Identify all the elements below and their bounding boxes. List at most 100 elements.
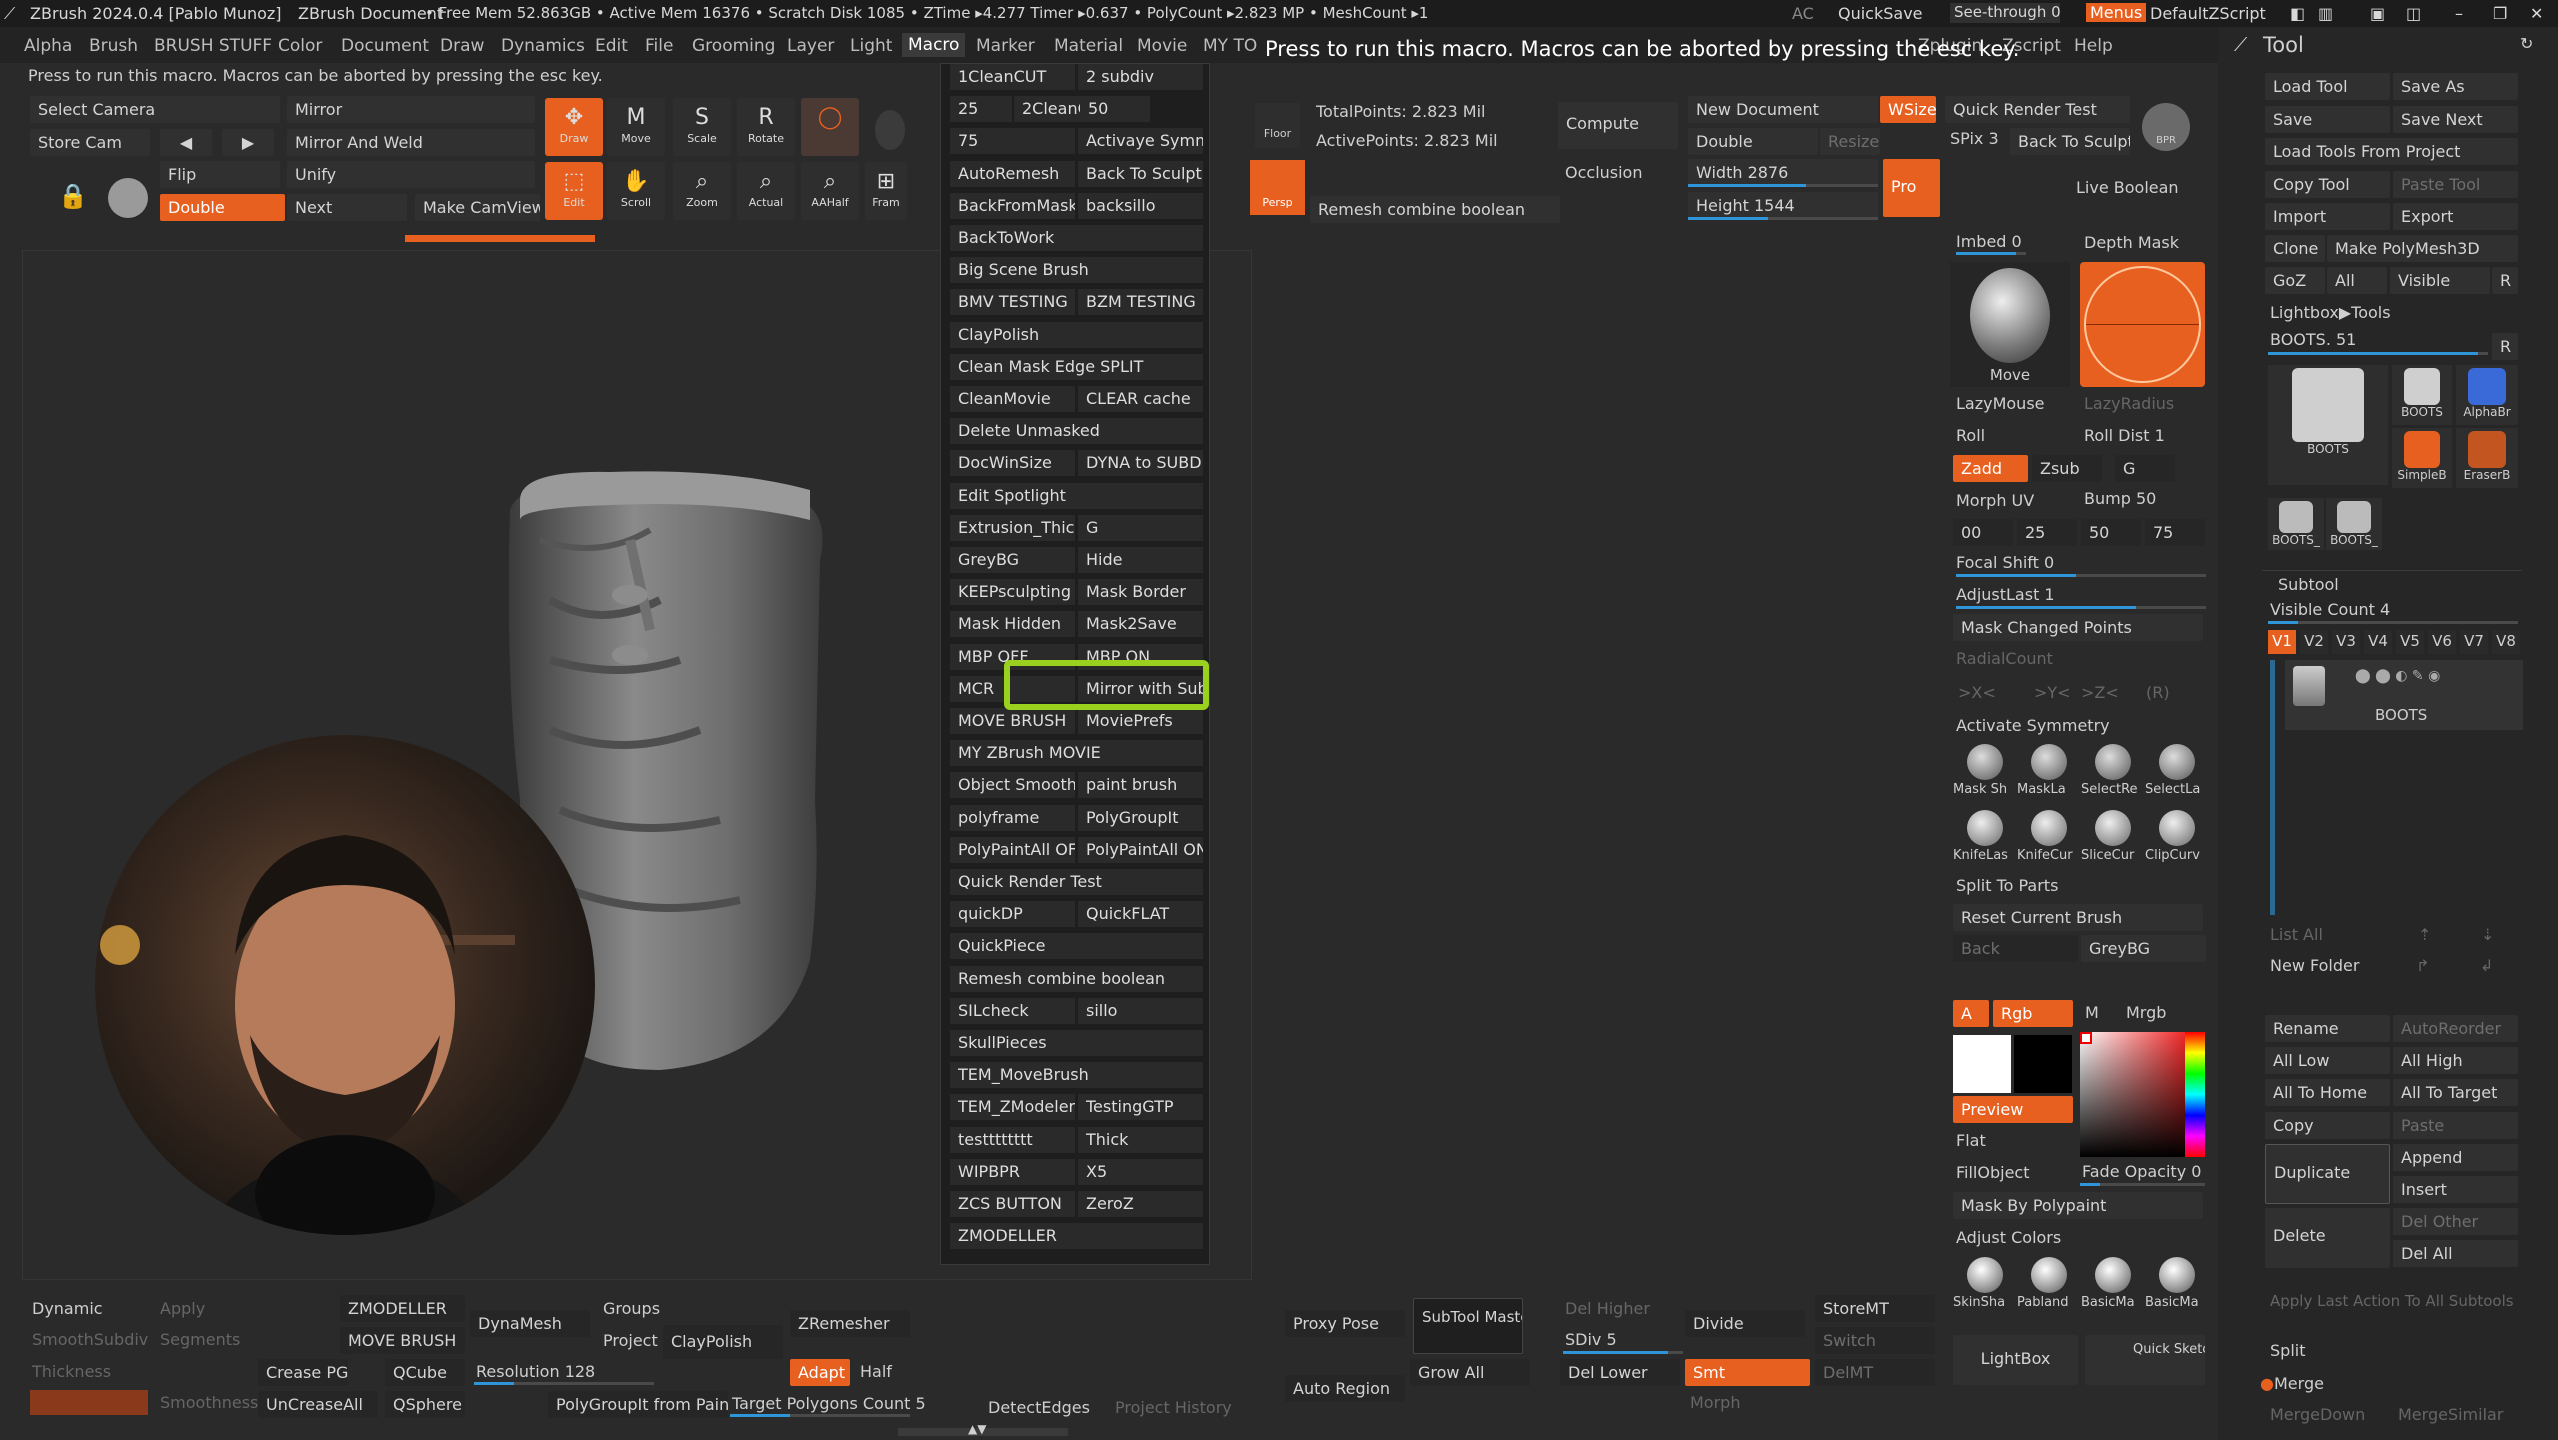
zadd-button[interactable]: Zadd: [1953, 455, 2028, 482]
project-button[interactable]: Project: [603, 1331, 658, 1350]
split-to-parts-button[interactable]: Split To Parts: [1956, 876, 2058, 895]
hue-strip[interactable]: [2185, 1032, 2205, 1157]
apply-last-action-button[interactable]: Apply Last Action To All Subtools: [2270, 1292, 2514, 1310]
macro-item[interactable]: 50: [1080, 96, 1150, 123]
make-polymesh3d-button[interactable]: Make PolyMesh3D: [2327, 235, 2518, 262]
macro-item[interactable]: TEM_MoveBrush: [950, 1062, 1203, 1089]
store-cam-button[interactable]: Store Cam: [30, 129, 150, 156]
macro-item[interactable]: backsillo: [1078, 192, 1203, 219]
adjust-last-track[interactable]: [1956, 606, 2206, 609]
tool-thumbnail[interactable]: BOOTS_: [2326, 498, 2382, 550]
tool-thumbnail[interactable]: BOOTS: [2268, 365, 2388, 485]
spix-slider[interactable]: SPix 3: [1950, 129, 1999, 148]
autoreorder-button[interactable]: AutoReorder: [2393, 1015, 2518, 1042]
menu-dynamics[interactable]: Dynamics: [501, 36, 585, 56]
delete-button[interactable]: Delete: [2265, 1208, 2390, 1268]
menu-document[interactable]: Document: [341, 36, 429, 56]
zmodeller-button[interactable]: ZMODELLER: [340, 1295, 465, 1322]
aahalf-button[interactable]: ⌕ AAHalf: [801, 162, 859, 220]
adjust-colors-button[interactable]: Adjust Colors: [1956, 1228, 2061, 1247]
morph-slider[interactable]: Morph: [1690, 1393, 1740, 1412]
macro-item[interactable]: Hide: [1078, 547, 1203, 573]
back-to-sculpt-button[interactable]: Back To Sculpt: [2010, 128, 2130, 155]
goz-visible-button[interactable]: Visible: [2390, 267, 2490, 294]
thickness-slider[interactable]: Thickness: [32, 1362, 111, 1381]
macro-item[interactable]: 2 subdiv: [1078, 64, 1203, 90]
window-icon[interactable]: ▣: [2370, 4, 2385, 23]
scroll-button[interactable]: ✋ Scroll: [607, 162, 665, 220]
tool-thumbnail[interactable]: SimpleB: [2392, 428, 2452, 488]
del-higher-button[interactable]: Del Higher: [1565, 1299, 1650, 1318]
save-next-button[interactable]: Save Next: [2393, 106, 2518, 133]
val-75-button[interactable]: 75: [2145, 519, 2205, 546]
macro-item[interactable]: Thick: [1078, 1126, 1203, 1153]
macro-item[interactable]: SILcheck: [950, 997, 1075, 1024]
import-button[interactable]: Import: [2265, 203, 2390, 230]
folder-in-icon[interactable]: ↱: [2416, 956, 2429, 975]
make-camview-button[interactable]: Make CamView: [415, 194, 540, 221]
prev-camera-icon[interactable]: ◀: [160, 129, 212, 156]
activate-symmetry-button[interactable]: Activate Symmetry: [1956, 716, 2110, 735]
subtool-master-button[interactable]: SubTool Master: [1413, 1298, 1523, 1354]
morph-uv-button[interactable]: Morph UV: [1956, 491, 2034, 510]
double-button[interactable]: Double: [160, 194, 285, 221]
knife-brush-item[interactable]: ClipCurv: [2145, 808, 2207, 868]
menu-edit[interactable]: Edit: [595, 36, 628, 56]
paste-tool-button[interactable]: Paste Tool: [2393, 171, 2518, 198]
copy-tool-button[interactable]: Copy Tool: [2265, 171, 2390, 198]
tool-thumbnail[interactable]: AlphaBr: [2456, 365, 2518, 425]
mirror-and-weld-button[interactable]: Mirror And Weld: [287, 129, 535, 156]
height-slider[interactable]: Height 1544: [1688, 192, 1878, 219]
macro-item[interactable]: SkullPieces: [950, 1030, 1203, 1056]
pro-button[interactable]: Pro: [1883, 159, 1940, 217]
bpr-button[interactable]: BPR: [2142, 103, 2190, 151]
load-tool-button[interactable]: Load Tool: [2265, 73, 2390, 100]
storemt-button[interactable]: StoreMT: [1815, 1295, 1935, 1322]
edit-button[interactable]: ⬚ Edit: [545, 162, 603, 220]
orange-slider-fill[interactable]: [30, 1390, 148, 1415]
back-button[interactable]: Back: [1953, 935, 2078, 962]
material-icon[interactable]: [875, 110, 905, 150]
grow-all-button[interactable]: Grow All: [1410, 1359, 1530, 1386]
layout-icon[interactable]: ◧: [2290, 4, 2305, 23]
rotate-button[interactable]: R Rotate: [737, 98, 795, 156]
brush-preview[interactable]: ◯: [801, 98, 859, 156]
macro-item[interactable]: MY ZBrush MOVIE: [950, 740, 1203, 767]
all-low-button[interactable]: All Low: [2265, 1047, 2390, 1074]
visible-count-track[interactable]: [2268, 621, 2518, 624]
mask-changed-points-button[interactable]: Mask Changed Points: [1953, 614, 2203, 641]
project-history-button[interactable]: Project History: [1115, 1398, 1232, 1417]
macro-item[interactable]: BZM TESTING: [1078, 289, 1203, 316]
macro-item[interactable]: MOVE BRUSH: [950, 708, 1075, 734]
target-polygons-track[interactable]: [730, 1414, 910, 1417]
lightbox-tools-button[interactable]: Lightbox▶Tools: [2270, 303, 2391, 322]
macro-item[interactable]: polyframe: [950, 804, 1075, 831]
boots-r-button[interactable]: R: [2492, 333, 2518, 360]
macro-item[interactable]: MoviePrefs: [1078, 708, 1203, 734]
macro-item[interactable]: Activaye Symmetry: [1078, 128, 1203, 155]
half-button[interactable]: Half: [860, 1362, 892, 1381]
tool-thumbnail[interactable]: BOOTS: [2392, 365, 2452, 425]
g-button[interactable]: G: [2115, 455, 2175, 482]
visible-count-slider[interactable]: Visible Count 4: [2270, 600, 2390, 619]
boots-slider-track[interactable]: [2268, 352, 2488, 355]
macro-item[interactable]: Delete Unmasked: [950, 418, 1203, 445]
val-25-button[interactable]: 25: [2017, 519, 2077, 546]
focal-shift-track[interactable]: [1956, 574, 2206, 577]
macro-item[interactable]: ZeroZ: [1078, 1191, 1203, 1217]
a-button[interactable]: A: [1953, 1000, 1989, 1027]
tool-panel-arrow-icon[interactable]: ⟋: [2234, 34, 2247, 56]
subtool-item-boots[interactable]: ⬤ ⬤ ◐ ✎ ◉ BOOTS: [2285, 660, 2523, 730]
macro-item[interactable]: G: [1078, 514, 1203, 541]
del-lower-button[interactable]: Del Lower: [1560, 1359, 1680, 1386]
subtool-scrollbar[interactable]: [2270, 660, 2275, 915]
copy-subtool-button[interactable]: Copy: [2265, 1112, 2390, 1139]
m-button[interactable]: M: [2085, 1003, 2099, 1022]
new-document-button[interactable]: New Document: [1688, 96, 1878, 123]
macro-item[interactable]: QuickPiece: [950, 933, 1203, 960]
macro-item[interactable]: WIPBPR: [950, 1158, 1075, 1185]
macro-item[interactable]: TEM_ZModeler: [950, 1094, 1075, 1121]
resolution-slider[interactable]: Resolution 128: [476, 1362, 595, 1381]
macro-item[interactable]: Mask2Save: [1078, 611, 1203, 638]
macro-item[interactable]: sillo: [1078, 997, 1203, 1024]
